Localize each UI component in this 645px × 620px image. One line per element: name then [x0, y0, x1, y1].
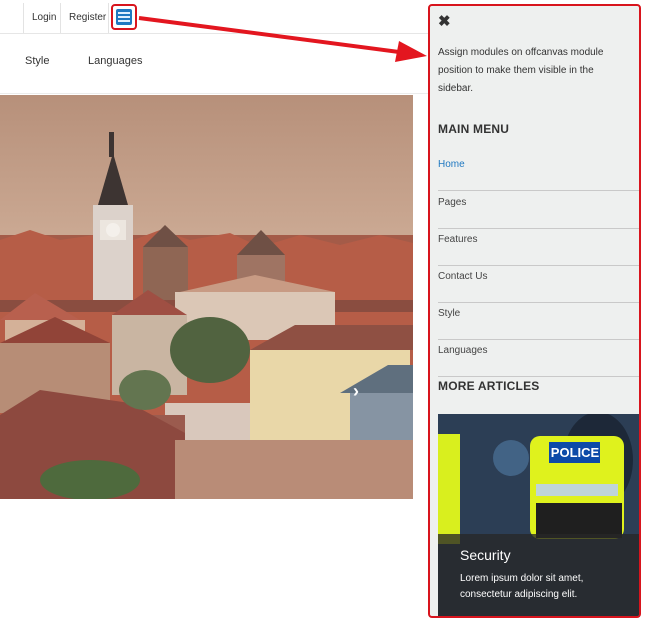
plus-icon[interactable]: +	[639, 197, 641, 208]
article-title[interactable]: Security	[460, 547, 511, 563]
menu-item-languages[interactable]: Languages +	[438, 341, 641, 377]
offcanvas-toggle-button[interactable]	[111, 4, 137, 30]
menu-item-style[interactable]: Style +	[438, 304, 641, 340]
main-menu-title: MAIN MENU	[438, 122, 510, 136]
login-link[interactable]: Login	[23, 3, 60, 33]
menu-item-contact-us[interactable]: Contact Us	[438, 267, 639, 303]
hamburger-menu-icon	[116, 9, 132, 25]
menu-item-features[interactable]: Features +	[438, 230, 641, 266]
menu-item-features-label: Features	[438, 234, 478, 245]
more-articles-title: MORE ARTICLES	[438, 379, 540, 393]
menu-item-home-label: Home	[438, 159, 465, 170]
menu-item-contact-label: Contact Us	[438, 271, 488, 282]
article-card[interactable]: POLICE Security Lorem ipsum dolor sit am…	[438, 414, 639, 616]
menu-item-style-label: Style	[438, 308, 461, 319]
chevron-right-icon[interactable]: ›	[353, 382, 367, 400]
city-skyline-image	[0, 95, 413, 499]
menu-item-home[interactable]: Home	[438, 155, 639, 191]
callout-arrow	[138, 16, 427, 62]
plus-icon[interactable]: +	[639, 308, 641, 319]
plus-icon[interactable]: +	[639, 234, 641, 245]
hero-slideshow: ›	[0, 95, 413, 499]
police-sign-text: POLICE	[551, 445, 600, 460]
nav-item-style[interactable]: Style	[25, 55, 49, 67]
menu-item-pages[interactable]: Pages +	[438, 193, 641, 229]
register-link[interactable]: Register	[60, 3, 109, 33]
nav-item-languages[interactable]: Languages	[88, 55, 142, 67]
article-excerpt: Lorem ipsum dolor sit amet, consectetur …	[460, 573, 584, 600]
offcanvas-sidebar: ✖ Assign modules on offcanvas module pos…	[428, 4, 641, 618]
sidebar-note: Assign modules on offcanvas module posit…	[438, 47, 604, 94]
menu-item-languages-label: Languages	[438, 345, 488, 356]
plus-icon[interactable]: +	[639, 345, 641, 356]
menu-item-pages-label: Pages	[438, 197, 467, 208]
close-icon[interactable]: ✖	[438, 12, 451, 30]
